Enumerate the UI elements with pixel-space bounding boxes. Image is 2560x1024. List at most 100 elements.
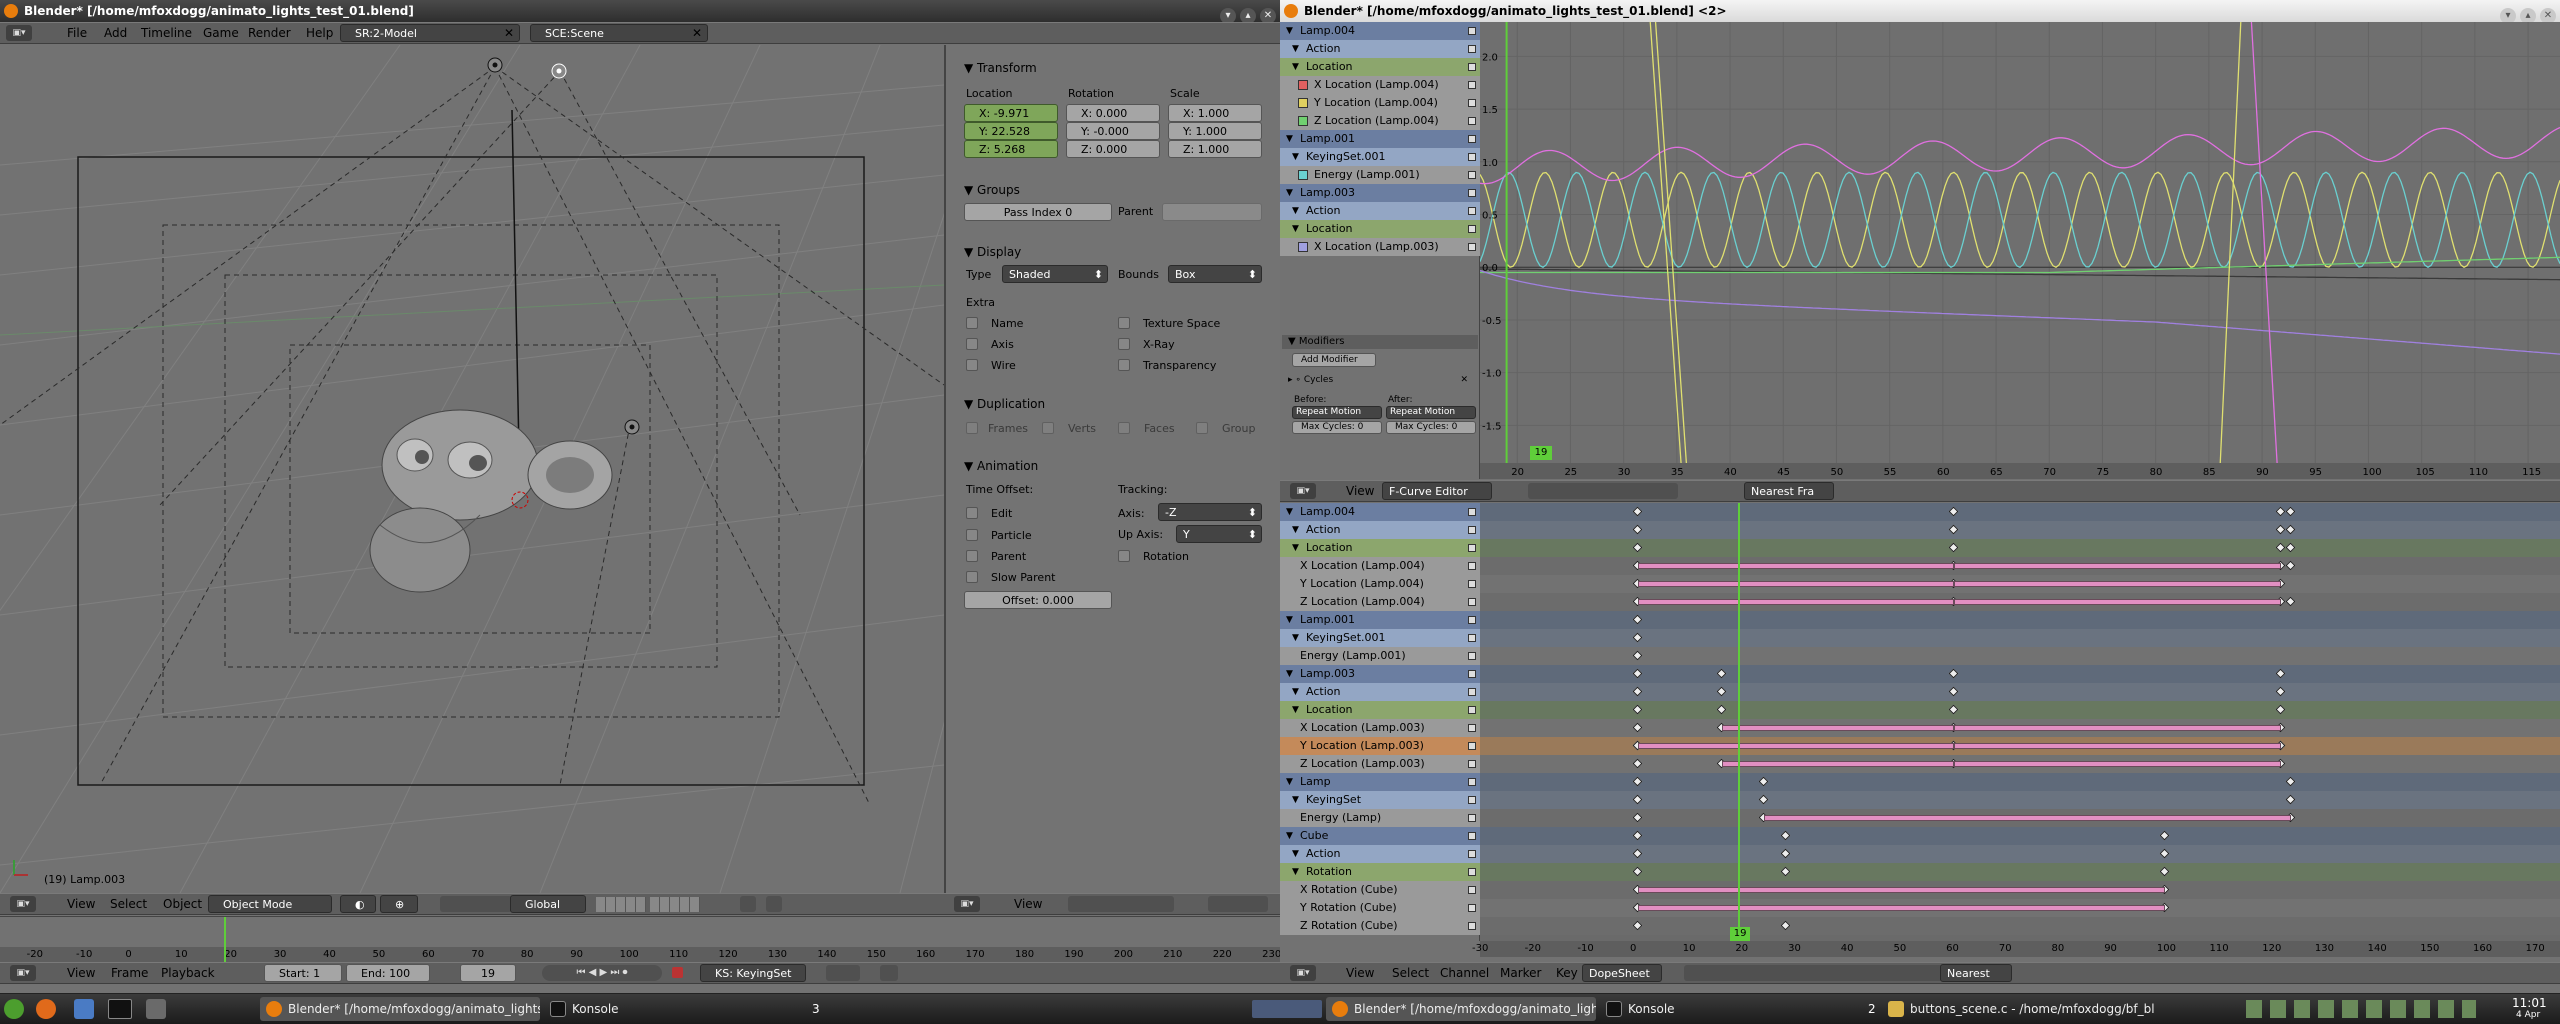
location-x-field[interactable]: X: -9.971 [964, 104, 1058, 122]
modifiers-header[interactable]: ▼ Modifiers [1282, 335, 1478, 349]
texture-space-checkbox[interactable] [1118, 317, 1130, 329]
fcurve-editor-type-icon[interactable]: ▣▾ [1290, 483, 1316, 499]
orientation-selector[interactable]: Global [510, 895, 586, 913]
lock-icon[interactable] [1468, 634, 1476, 642]
dopesheet-snap-select[interactable]: Nearest [1940, 964, 2012, 982]
keyingset-selector[interactable]: KS: KeyingSet [700, 964, 806, 982]
rotation-x-field[interactable]: X: 0.000 [1066, 104, 1160, 122]
ds-channel-object[interactable]: ▼ Lamp.004 [1280, 503, 1480, 521]
fcurve-color-swatch[interactable] [1298, 116, 1308, 126]
dopesheet-menu-select[interactable]: Select [1392, 963, 1429, 983]
dopesheet-menu-view[interactable]: View [1346, 963, 1374, 983]
terminal-icon[interactable] [108, 999, 132, 1019]
name-checkbox[interactable] [966, 317, 978, 329]
ds-channel-object[interactable]: ▼ Lamp [1280, 773, 1480, 791]
ds-channel-action[interactable]: ▼ Action [1280, 521, 1480, 539]
rotation-y-field[interactable]: Y: -0.000 [1066, 122, 1160, 140]
duplication-section-header[interactable]: ▼ Duplication [964, 397, 1045, 411]
expand-icon[interactable]: ▼ [1286, 611, 1293, 629]
xray-checkbox[interactable] [1118, 338, 1130, 350]
transparency-checkbox[interactable] [1118, 359, 1130, 371]
ds-channel-fcurve[interactable]: Y Location (Lamp.003) [1280, 737, 1480, 755]
lock-icon[interactable] [1468, 243, 1476, 251]
task-editor[interactable]: buttons_scene.c - /home/mfoxdogg/bf_bl [1882, 997, 2172, 1021]
layer-buttons-2[interactable] [650, 897, 700, 912]
screen-selector[interactable]: SR:2-Model [340, 24, 520, 42]
parent-checkbox[interactable] [966, 550, 978, 562]
expand-icon[interactable]: ▼ [1292, 701, 1299, 719]
ds-channel-action[interactable]: ▼ KeyingSet.001 [1280, 629, 1480, 647]
timeline-menu-playback[interactable]: Playback [161, 963, 215, 983]
fcurve-graph[interactable]: 20 25 30 35 40 45 50 55 60 65 70 75 80 85 90 95 100 105 11… [1480, 22, 2560, 479]
lock-icon[interactable] [1468, 886, 1476, 894]
expand-icon[interactable]: ▼ [1292, 202, 1299, 220]
system-tray-icons[interactable] [2246, 1000, 2476, 1018]
slow-parent-checkbox[interactable] [966, 571, 978, 583]
display-section-header[interactable]: ▼ Display [964, 245, 1021, 259]
menu-add[interactable]: Add [104, 23, 127, 43]
channel-object[interactable]: ▼ Lamp.003 [1280, 184, 1480, 202]
properties-editor-type-icon[interactable]: ▣▾ [954, 896, 980, 912]
3d-viewport[interactable]: (19) Lamp.003 [0, 45, 944, 893]
lock-icon[interactable] [1468, 670, 1476, 678]
scale-y-field[interactable]: Y: 1.000 [1168, 122, 1262, 140]
dopesheet-menu-marker[interactable]: Marker [1500, 963, 1541, 983]
screen-close-icon[interactable]: ✕ [504, 23, 514, 43]
track-axis-select[interactable]: -Z ⬍ [1158, 503, 1262, 521]
file-manager-icon[interactable] [74, 999, 94, 1019]
before-max-cycles[interactable]: Max Cycles: 0 [1292, 421, 1382, 434]
rotation-z-field[interactable]: Z: 0.000 [1066, 140, 1160, 158]
channel-action[interactable]: ▼ Action [1280, 40, 1480, 58]
location-y-field[interactable]: Y: 22.528 [964, 122, 1058, 140]
axis-checkbox[interactable] [966, 338, 978, 350]
ds-channel-object[interactable]: ▼ Cube [1280, 827, 1480, 845]
channel-fcurve[interactable]: X Location (Lamp.003) [1280, 238, 1480, 256]
lock-icon[interactable] [1468, 652, 1476, 660]
end-frame-field[interactable]: End: 100 [346, 964, 430, 982]
expand-icon[interactable]: ▼ [1286, 665, 1293, 683]
fcurve-color-swatch[interactable] [1298, 242, 1308, 252]
channel-fcurve[interactable]: Z Location (Lamp.004) [1280, 112, 1480, 130]
lock-icon[interactable] [1468, 171, 1476, 179]
display-type-select[interactable]: Shaded ⬍ [1002, 265, 1108, 283]
expand-icon[interactable]: ▼ [1292, 220, 1299, 238]
ds-channel-action[interactable]: ▼ KeyingSet [1280, 791, 1480, 809]
keyingset-add-icon[interactable] [826, 965, 860, 981]
pivot-selector[interactable]: ⊕ [380, 895, 418, 913]
task-konsole-left[interactable]: Konsole [544, 997, 744, 1021]
frames-checkbox[interactable] [966, 422, 978, 434]
window-titlebar[interactable]: Blender* [/home/mfoxdogg/animato_lights_… [0, 0, 1280, 24]
pass-index-field[interactable]: Pass Index 0 [964, 203, 1112, 221]
lock-icon[interactable] [1468, 616, 1476, 624]
dopesheet-mode-select[interactable]: DopeSheet [1582, 964, 1662, 982]
cycles-modifier-header[interactable]: ▸ ∘ Cycles ✕ [1288, 373, 1474, 387]
lock-icon[interactable] [1468, 598, 1476, 606]
ds-channel-group[interactable]: ▼ Location [1280, 701, 1480, 719]
rotation-checkbox[interactable] [1118, 550, 1130, 562]
fcurve-color-swatch[interactable] [1298, 80, 1308, 90]
after-mode-select[interactable]: Repeat Motion [1386, 406, 1476, 419]
scale-z-field[interactable]: Z: 1.000 [1168, 140, 1262, 158]
lock-icon[interactable] [1468, 904, 1476, 912]
lock-icon[interactable] [1468, 760, 1476, 768]
ds-channel-fcurve[interactable]: X Location (Lamp.004) [1280, 557, 1480, 575]
lock-icon[interactable] [1468, 508, 1476, 516]
channel-fcurve[interactable]: Energy (Lamp.001) [1280, 166, 1480, 184]
left-desktop-number[interactable]: 3 [812, 1002, 820, 1016]
expand-icon[interactable]: ▼ [1292, 629, 1299, 647]
ds-channel-fcurve[interactable]: Z Location (Lamp.004) [1280, 593, 1480, 611]
expand-icon[interactable]: ▼ [1292, 58, 1299, 76]
playback-controls[interactable]: ⏮ ◀ ▶ ⏭ ⏺ [542, 965, 662, 981]
launcher-icon[interactable] [146, 999, 166, 1019]
expand-icon[interactable]: ▼ [1292, 539, 1299, 557]
ds-channel-fcurve[interactable]: X Location (Lamp.003) [1280, 719, 1480, 737]
expand-icon[interactable]: ▼ [1286, 22, 1293, 40]
expand-icon[interactable]: ▼ [1286, 130, 1293, 148]
lock-icon[interactable] [1468, 742, 1476, 750]
desktop-pager[interactable] [1252, 1000, 1322, 1018]
parent-field[interactable] [1162, 203, 1262, 221]
ds-channel-action[interactable]: ▼ Action [1280, 845, 1480, 863]
dopesheet-keys-area[interactable]: 19 [1480, 503, 2560, 941]
render-anim-icon[interactable] [766, 896, 782, 912]
lock-icon[interactable] [1468, 81, 1476, 89]
